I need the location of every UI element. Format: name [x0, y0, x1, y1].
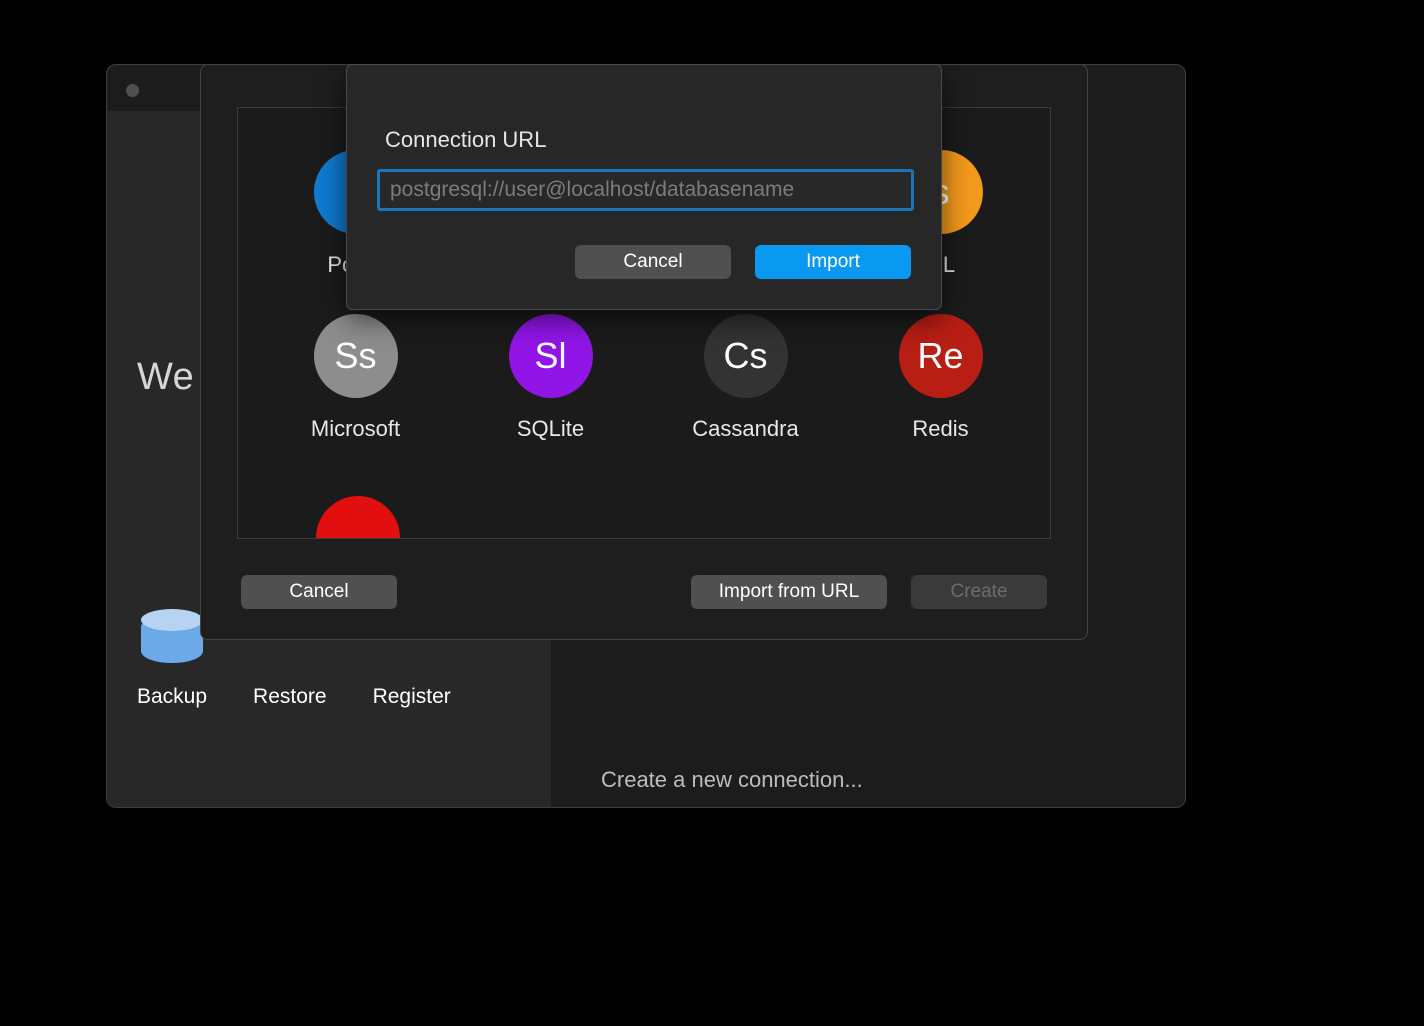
tool-register[interactable]: Register: [373, 685, 451, 709]
connection-url-input[interactable]: [377, 169, 914, 211]
welcome-heading: We: [137, 356, 194, 399]
db-item-label: SQLite: [517, 416, 584, 442]
create-connection-prompt: Create a new connection...: [601, 767, 863, 793]
url-import-button[interactable]: Import: [755, 245, 911, 279]
connection-url-modal: Connection URL Cancel Import: [346, 64, 942, 310]
db-badge-icon: Ss: [314, 314, 398, 398]
db-item-cassandra[interactable]: Cs Cassandra: [648, 314, 843, 442]
db-item-label: Redis: [912, 416, 968, 442]
tool-restore-label: Restore: [253, 685, 327, 709]
url-cancel-button[interactable]: Cancel: [575, 245, 731, 279]
tool-register-label: Register: [373, 685, 451, 709]
connection-url-title: Connection URL: [385, 127, 546, 153]
db-item-label: Microsoft: [311, 416, 400, 442]
tool-restore[interactable]: Restore: [253, 685, 327, 709]
window-control-dot[interactable]: [126, 84, 139, 97]
create-button: Create: [911, 575, 1047, 609]
tool-backup-label: Backup: [137, 685, 207, 709]
database-cylinder-icon: [141, 605, 203, 667]
chooser-footer-right: Import from URL Create: [691, 575, 1047, 609]
tool-backup[interactable]: Backup: [137, 605, 207, 709]
db-item-label: Cassandra: [692, 416, 798, 442]
db-item-sqlite[interactable]: Sl SQLite: [453, 314, 648, 442]
db-item-oracle-partial[interactable]: [316, 496, 400, 539]
url-modal-buttons: Cancel Import: [575, 245, 911, 279]
db-badge-icon: [316, 496, 400, 539]
db-item-microsoft[interactable]: Ss Microsoft: [258, 314, 453, 442]
chooser-cancel-button[interactable]: Cancel: [241, 575, 397, 609]
db-badge-icon: Re: [899, 314, 983, 398]
db-badge-icon: Cs: [704, 314, 788, 398]
chooser-footer: Cancel Import from URL Create: [241, 575, 1047, 609]
import-from-url-button[interactable]: Import from URL: [691, 575, 887, 609]
db-item-redis[interactable]: Re Redis: [843, 314, 1038, 442]
db-badge-icon: Sl: [509, 314, 593, 398]
